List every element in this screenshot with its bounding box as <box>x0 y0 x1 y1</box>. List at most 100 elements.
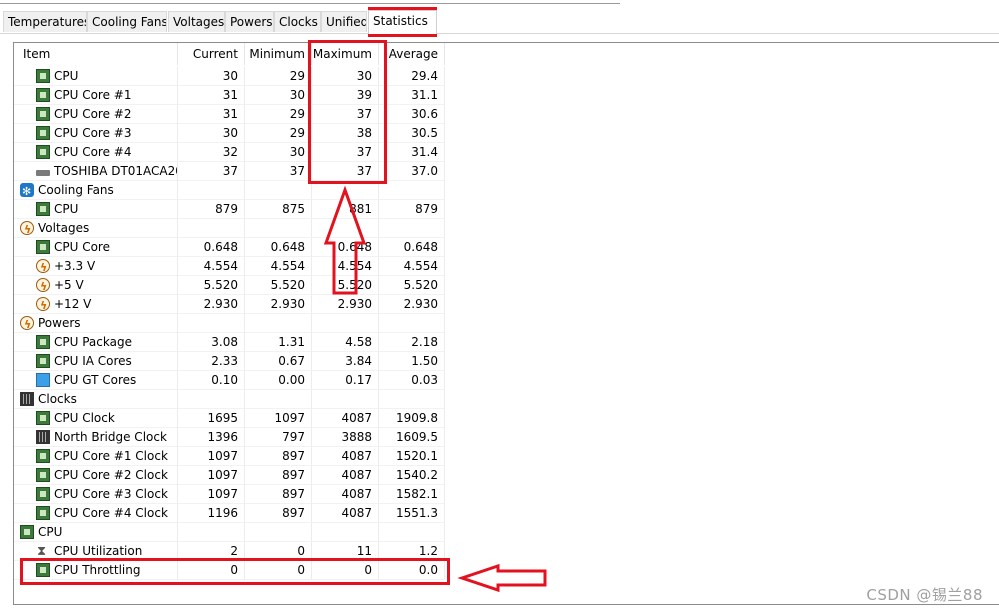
cell-maximum: 2.930 <box>312 295 379 314</box>
cell-minimum: 1.31 <box>245 333 312 352</box>
chip-icon <box>36 468 50 482</box>
table-row[interactable]: CPU Core #3 Clock 1097 897 4087 1582.1 <box>14 485 445 504</box>
table-row[interactable]: CPU Core #4 Clock 1196 897 4087 1551.3 <box>14 504 445 523</box>
tab-clocks[interactable]: Clocks <box>274 11 321 32</box>
cell-minimum: 897 <box>245 447 312 466</box>
cell-average: 1.50 <box>379 352 445 371</box>
cell-minimum: 0.67 <box>245 352 312 371</box>
column-header-current[interactable]: Current <box>178 43 245 65</box>
tab-statistics[interactable]: Statistics <box>368 10 437 34</box>
table-row[interactable]: North Bridge Clock 1396 797 3888 1609.5 <box>14 428 445 447</box>
row-label: CPU GT Cores <box>54 372 137 387</box>
row-label: CPU IA Cores <box>54 353 132 368</box>
row-label: CPU Core #2 <box>54 106 132 121</box>
cell-item: CPU Core #1 <box>14 86 178 105</box>
cell-current <box>178 181 245 200</box>
table-row[interactable]: CPU 879 875 881 879 <box>14 200 445 219</box>
tab-powers[interactable]: Powers <box>225 11 274 32</box>
cell-item: CPU Core #4 Clock <box>14 504 178 523</box>
cell-average: 2.930 <box>379 295 445 314</box>
chip-icon <box>36 107 50 121</box>
cell-current: 1097 <box>178 485 245 504</box>
row-label: TOSHIBA DT01ACA20... <box>54 163 177 178</box>
fan-icon <box>20 182 34 199</box>
cell-item: CPU Core #3 <box>14 124 178 143</box>
cell-item: CPU Core #3 Clock <box>14 485 178 504</box>
cell-item: +3.3 V <box>14 257 178 276</box>
cell-item: Cooling Fans <box>14 181 178 200</box>
cell-minimum <box>245 314 312 333</box>
cell-minimum <box>245 390 312 409</box>
cell-current: 2.33 <box>178 352 245 371</box>
group-row[interactable]: Clocks <box>14 390 445 409</box>
chip-icon <box>36 449 50 463</box>
hourglass-icon <box>36 542 50 560</box>
bolt-icon <box>20 220 34 237</box>
cell-current <box>178 219 245 238</box>
chip-icon <box>36 202 50 216</box>
chip-icon <box>36 506 50 520</box>
table-row[interactable]: +12 V2.9302.9302.9302.930 <box>14 295 445 314</box>
chip-icon <box>36 88 50 102</box>
cell-average: 1609.5 <box>379 428 445 447</box>
cell-current: 1695 <box>178 409 245 428</box>
cell-current: 0.10 <box>178 371 245 390</box>
tab-voltages[interactable]: Voltages <box>168 11 225 32</box>
cell-current: 2.930 <box>178 295 245 314</box>
row-label: CPU <box>54 201 79 216</box>
tab-cooling-fans[interactable]: Cooling Fans <box>87 11 167 32</box>
column-header-average[interactable]: Average <box>379 43 445 65</box>
table-row[interactable]: CPU GT Cores 0.10 0.00 0.17 0.03 <box>14 371 445 390</box>
cell-current: 32 <box>178 143 245 162</box>
cell-current: 0.648 <box>178 238 245 257</box>
group-row[interactable]: Voltages <box>14 219 445 238</box>
cell-average <box>379 219 445 238</box>
cell-maximum: 0.17 <box>312 371 379 390</box>
cell-minimum: 30 <box>245 143 312 162</box>
chip-icon <box>36 145 50 159</box>
cell-average: 0.648 <box>379 238 445 257</box>
cell-average: 29.4 <box>379 67 445 86</box>
tab-unified[interactable]: Unified <box>321 11 367 32</box>
bolt-icon <box>36 258 50 275</box>
cell-average: 30.6 <box>379 105 445 124</box>
table-row[interactable]: CPU Package 3.08 1.31 4.58 2.18 <box>14 333 445 352</box>
cell-maximum: 3888 <box>312 428 379 447</box>
cell-maximum: 4.58 <box>312 333 379 352</box>
table-row[interactable]: CPU Core #1 Clock 1097 897 4087 1520.1 <box>14 447 445 466</box>
group-row[interactable]: Powers <box>14 314 445 333</box>
table-row[interactable]: +3.3 V4.5544.5544.5544.554 <box>14 257 445 276</box>
monitor-icon <box>36 373 50 387</box>
cell-maximum <box>312 523 379 542</box>
cell-minimum: 897 <box>245 504 312 523</box>
cell-item: CPU Core #2 <box>14 105 178 124</box>
table-row[interactable]: CPU IA Cores 2.33 0.67 3.84 1.50 <box>14 352 445 371</box>
cell-maximum <box>312 314 379 333</box>
cell-maximum <box>312 390 379 409</box>
table-row[interactable]: CPU Core 0.648 0.648 0.648 0.648 <box>14 238 445 257</box>
bolt-icon <box>36 277 50 294</box>
cell-average: 1520.1 <box>379 447 445 466</box>
group-row[interactable]: CPU <box>14 523 445 542</box>
row-label: CPU Core #4 Clock <box>54 505 168 520</box>
table-row[interactable]: +5 V5.5205.5205.5205.520 <box>14 276 445 295</box>
table-row[interactable]: CPU Core #2 Clock 1097 897 4087 1540.2 <box>14 466 445 485</box>
cell-average <box>379 314 445 333</box>
cell-average: 2.18 <box>379 333 445 352</box>
cell-minimum: 0.648 <box>245 238 312 257</box>
cell-maximum: 5.520 <box>312 276 379 295</box>
cell-average: 1540.2 <box>379 466 445 485</box>
table-row[interactable]: CPU Clock 1695 1097 4087 1909.8 <box>14 409 445 428</box>
column-header-item[interactable]: Item <box>14 43 178 65</box>
tab-bar-underline <box>0 33 999 34</box>
watermark: CSDN @锡兰88 <box>866 586 983 604</box>
tab-temperatures[interactable]: Temperatures <box>3 11 87 32</box>
cell-average: 1551.3 <box>379 504 445 523</box>
chip-icon <box>36 69 50 83</box>
cell-current: 1097 <box>178 466 245 485</box>
cell-average: 37.0 <box>379 162 445 181</box>
row-label: CPU Core <box>54 239 110 254</box>
column-header-minimum[interactable]: Minimum <box>245 43 312 65</box>
cell-minimum <box>245 523 312 542</box>
chip-icon <box>20 525 34 539</box>
